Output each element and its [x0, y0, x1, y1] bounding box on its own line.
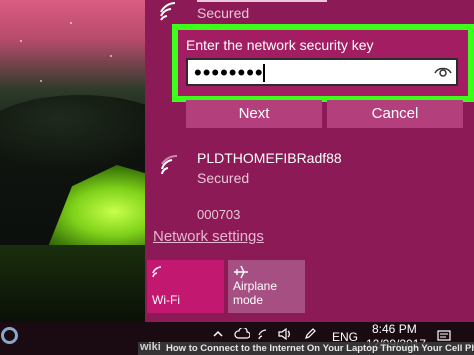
- network-flyout: Secured Enter the network security key •…: [145, 0, 474, 322]
- network-item-connecting[interactable]: Secured: [155, 0, 455, 28]
- network-item[interactable]: 000703: [155, 210, 455, 222]
- network-item[interactable]: PLDTHOMEFIBRadf88 Secured: [155, 146, 455, 192]
- network-status: Secured: [197, 170, 250, 186]
- tile-label: Wi-Fi: [152, 293, 180, 307]
- network-status: Secured: [197, 5, 250, 21]
- next-button[interactable]: Next: [186, 100, 322, 128]
- text-caret: [263, 64, 265, 82]
- security-key-panel: Enter the network security key ••••••••: [172, 24, 474, 102]
- network-name: 000703: [197, 210, 241, 222]
- wifi-icon: [159, 154, 183, 183]
- watermark-logo: wiki: [140, 341, 161, 353]
- tile-label: Airplane mode: [233, 279, 278, 307]
- network-settings-link[interactable]: Network settings: [153, 228, 264, 245]
- clock-time[interactable]: 8:46 PM: [372, 322, 417, 336]
- network-name: PLDTHOMEFIBRadf88: [197, 150, 342, 166]
- wifi-icon: [152, 265, 166, 283]
- reveal-password-icon[interactable]: [434, 65, 452, 84]
- wifi-icon: [159, 2, 181, 27]
- cortana-icon[interactable]: [1, 327, 18, 344]
- wifi-toggle-tile[interactable]: Wi-Fi: [147, 260, 224, 313]
- airplane-mode-tile[interactable]: Airplane mode: [228, 260, 305, 313]
- security-key-input[interactable]: ••••••••: [186, 58, 458, 86]
- security-key-label: Enter the network security key: [186, 37, 374, 53]
- watermark-caption: How to Connect to the Internet On Your L…: [166, 343, 474, 354]
- desktop-wallpaper: [0, 0, 145, 322]
- security-key-value: ••••••••: [194, 60, 264, 85]
- watermark-banner: wiki How to Connect to the Internet On Y…: [138, 341, 474, 355]
- cancel-button[interactable]: Cancel: [327, 100, 463, 128]
- tent-image: [46, 165, 145, 250]
